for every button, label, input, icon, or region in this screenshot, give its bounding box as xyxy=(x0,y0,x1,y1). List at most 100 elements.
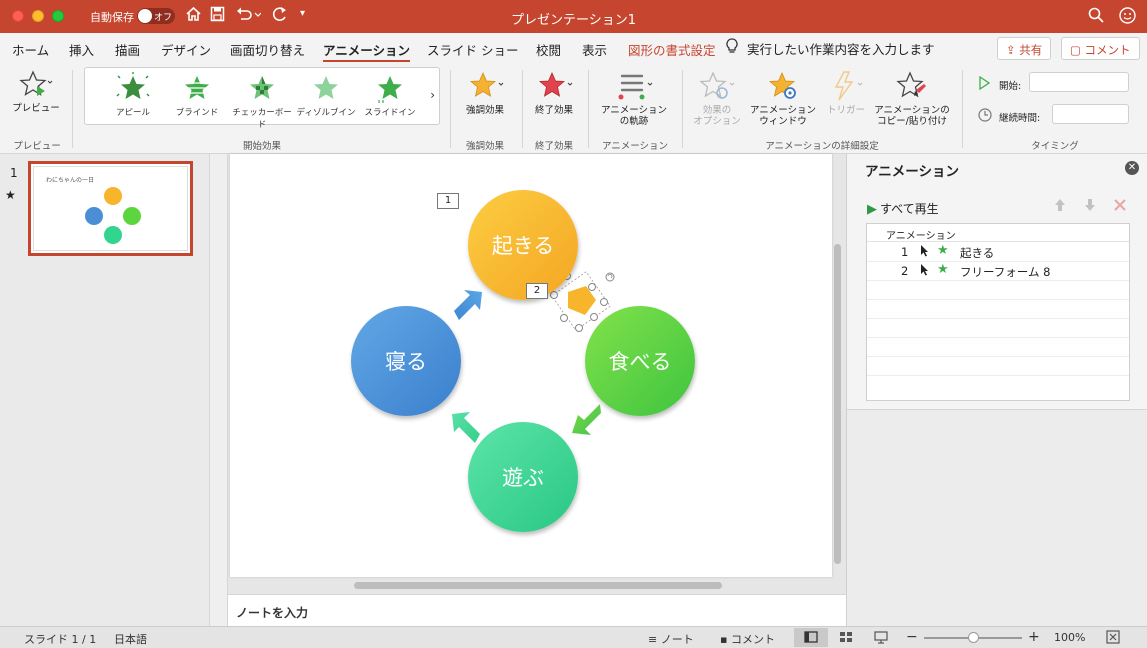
animation-list-item[interactable]: 1 ★ 起きる xyxy=(867,243,1129,262)
animation-list: アニメーション 1 ★ 起きる 2 ★ フリーフォーム 8 xyxy=(866,223,1130,401)
circle-eat[interactable]: 食べる xyxy=(585,306,695,416)
animation-list-item[interactable]: 2 ★ フリーフォーム 8 xyxy=(867,262,1129,281)
tab-shape-format[interactable]: 図形の書式設定 xyxy=(628,40,716,59)
undo-icon[interactable] xyxy=(235,6,262,26)
notes-icon: ≡ xyxy=(648,633,661,646)
animation-painter-button[interactable]: アニメーションの コピー/貼り付け xyxy=(870,70,954,127)
account-icon[interactable] xyxy=(1119,7,1136,28)
circle-eat-label: 食べる xyxy=(608,350,672,374)
normal-view-button[interactable] xyxy=(794,628,828,647)
maximize-window-button[interactable] xyxy=(52,10,64,22)
tab-animations[interactable]: アニメーション xyxy=(323,40,411,62)
pane-splitter[interactable] xyxy=(210,154,228,626)
effect-dissolve-label: ディゾルブイン xyxy=(296,108,356,118)
move-up-icon[interactable] xyxy=(1053,198,1067,216)
effect-options-icon xyxy=(699,71,735,99)
save-icon[interactable] xyxy=(210,6,225,26)
start-dropdown[interactable] xyxy=(1029,72,1129,92)
effect-dissolve[interactable]: ディゾルブイン xyxy=(295,72,357,118)
title-bar: 自動保存 オフ ▾ プレゼンテーション1 xyxy=(0,0,1147,33)
animation-painter-icon xyxy=(896,71,926,98)
on-click-icon xyxy=(920,244,929,260)
minimize-window-button[interactable] xyxy=(32,10,44,22)
tab-slideshow[interactable]: スライド ショー xyxy=(427,40,518,59)
fit-to-window-icon[interactable] xyxy=(1106,630,1120,647)
comment-button[interactable]: ▢ コメント xyxy=(1061,37,1140,60)
zoom-level[interactable]: 100% xyxy=(1054,631,1085,644)
slide-sorter-button[interactable] xyxy=(829,628,863,647)
tell-me-search[interactable]: 実行したい作業内容を入力します xyxy=(747,39,935,58)
slide-editor: 起きる 食べる 遊ぶ 寝る 1 2 xyxy=(228,154,846,594)
play-all-button[interactable]: ▶ すべて再生 xyxy=(867,200,939,217)
tab-draw[interactable]: 描画 xyxy=(115,40,140,59)
trigger-button[interactable]: トリガー xyxy=(822,70,870,116)
exit-star-icon xyxy=(538,72,573,97)
preview-button[interactable]: プレビュー xyxy=(10,70,62,114)
home-icon[interactable] xyxy=(185,6,202,26)
animation-order-tag[interactable]: 1 xyxy=(437,193,459,209)
play-all-label: すべて再生 xyxy=(880,202,939,216)
slide-number: 1 xyxy=(10,166,18,180)
effect-checkerboard-label: チェッカーボード xyxy=(232,108,292,130)
animation-window-icon xyxy=(768,72,796,99)
ribbon-separator xyxy=(72,70,73,148)
circle-sleep[interactable]: 寝る xyxy=(351,306,461,416)
duration-stepper[interactable] xyxy=(1052,104,1129,124)
arrow-eat-to-play xyxy=(572,404,601,435)
tab-transitions[interactable]: 画面切り替え xyxy=(230,40,305,59)
horizontal-scrollbar[interactable] xyxy=(354,582,722,589)
tab-home[interactable]: ホーム xyxy=(12,40,49,59)
menu-tabs: ホーム 挿入 描画 デザイン 画面切り替え アニメーション スライド ショー 校… xyxy=(0,33,1147,64)
exit-effects-button[interactable]: 終了効果 xyxy=(526,70,582,116)
tab-review[interactable]: 校閲 xyxy=(536,40,561,59)
vertical-scrollbar[interactable] xyxy=(834,244,841,564)
effect-options-label-2: オプション xyxy=(693,116,741,127)
autosave-toggle[interactable]: オフ xyxy=(137,8,175,24)
slide-canvas[interactable]: 起きる 食べる 遊ぶ 寝る 1 2 xyxy=(230,154,832,577)
gallery-more-arrow[interactable]: › xyxy=(430,88,435,102)
comments-toggle[interactable]: ▪ コメント xyxy=(720,631,775,647)
animation-pane-content: アニメーション ✕ ▶ すべて再生 アニメーション 1 ★ 起きる 2 ★ フリ… xyxy=(847,154,1147,410)
customize-toolbar-icon[interactable]: ▾ xyxy=(300,8,305,19)
circle-wake-label: 起きる xyxy=(491,234,555,258)
comments-icon: ▪ xyxy=(720,633,731,646)
close-pane-button[interactable]: ✕ xyxy=(1125,161,1139,175)
effect-checkerboard[interactable]: チェッカーボード xyxy=(229,72,295,130)
animation-window-button[interactable]: アニメーション ウィンドウ xyxy=(748,70,818,127)
delete-icon[interactable] xyxy=(1113,198,1127,216)
animation-pane: アニメーション ✕ ▶ すべて再生 アニメーション 1 ★ 起きる 2 ★ フリ… xyxy=(846,154,1147,626)
zoom-slider-knob[interactable] xyxy=(967,632,979,643)
autosave-label: 自動保存 xyxy=(90,11,134,24)
trigger-lightning-icon xyxy=(834,71,863,101)
effect-blinds-label: ブラインド xyxy=(175,108,219,118)
tab-insert[interactable]: 挿入 xyxy=(69,40,94,59)
preview-group-label: プレビュー xyxy=(13,141,61,152)
tab-design[interactable]: デザイン xyxy=(161,40,211,59)
notes-pane[interactable]: ノートを入力 xyxy=(228,594,846,626)
zoom-out-button[interactable]: − xyxy=(906,629,918,645)
move-down-icon[interactable] xyxy=(1083,198,1097,216)
circle-play[interactable]: 遊ぶ xyxy=(468,422,578,532)
tab-view[interactable]: 表示 xyxy=(582,40,607,59)
start-icon xyxy=(978,75,991,93)
on-click-icon xyxy=(920,263,929,279)
slide-thumbnail[interactable]: わにちゃんの一日 xyxy=(28,161,193,256)
motion-paths-button[interactable]: アニメーション の軌跡 xyxy=(594,70,674,127)
emphasis-effects-button[interactable]: 強調効果 xyxy=(458,70,512,116)
notes-toggle[interactable]: ≡ ノート xyxy=(648,631,694,647)
zoom-in-button[interactable]: + xyxy=(1028,629,1040,645)
close-window-button[interactable] xyxy=(12,10,24,22)
effect-fly-in[interactable]: スライドイン xyxy=(361,72,419,118)
effect-blinds[interactable]: ブラインド xyxy=(167,72,227,118)
language-indicator[interactable]: 日本語 xyxy=(114,631,147,647)
effect-options-button[interactable]: 効果の オプション xyxy=(688,70,746,127)
share-button[interactable]: ⇪ 共有 xyxy=(997,37,1052,60)
thumbnail-title: わにちゃんの一日 xyxy=(46,177,95,184)
reading-view-button[interactable] xyxy=(864,628,898,647)
effect-appear[interactable]: アピール xyxy=(103,72,163,118)
redo-icon[interactable] xyxy=(272,6,288,26)
animation-order-tag[interactable]: 2 xyxy=(526,283,548,299)
search-icon[interactable] xyxy=(1088,7,1104,27)
circle-wake[interactable]: 起きる xyxy=(468,190,578,300)
comment-icon: ▢ xyxy=(1070,43,1085,57)
